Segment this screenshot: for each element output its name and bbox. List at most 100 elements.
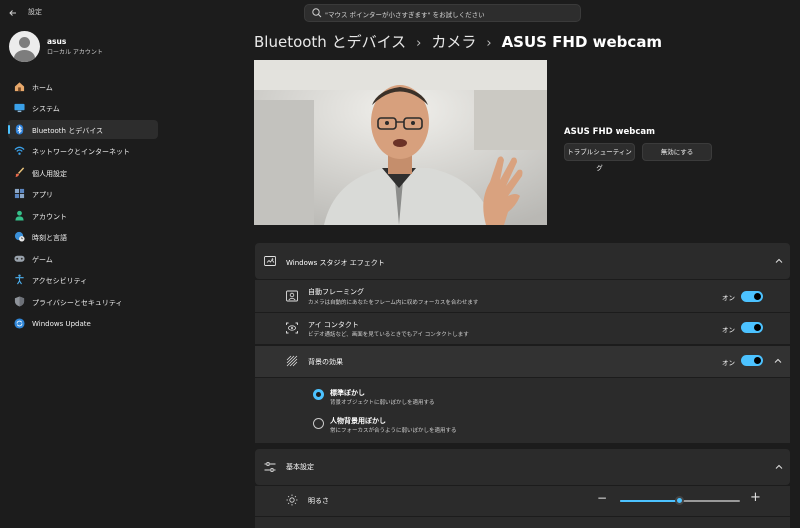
breadcrumb-bluetooth[interactable]: Bluetooth とデバイス: [254, 31, 406, 52]
auto-framing-row: 自動フレーミング カメラは自動的にあなたをフレーム内に収めフォーカスを合わせます…: [255, 280, 790, 312]
auto-framing-title: 自動フレーミング: [308, 288, 364, 296]
breadcrumb-camera[interactable]: カメラ: [431, 31, 476, 52]
profile-name: asus: [47, 37, 67, 46]
profile-account-type: ローカル アカウント: [47, 49, 103, 56]
monitor-icon: [14, 103, 25, 113]
globe-clock-icon: [14, 231, 25, 242]
sidebar-item-label: 個人用設定: [32, 170, 67, 178]
basic-settings-title: 基本設定: [286, 463, 314, 471]
background-effects-toggle[interactable]: [741, 355, 763, 366]
settings-window: 設定 "マウス ポインターが小さすぎます" をお試しください asus ローカル…: [0, 0, 800, 528]
update-icon: [14, 318, 25, 329]
title-bar: 設定 "マウス ポインターが小さすぎます" をお試しください: [0, 0, 800, 26]
sidebar-item-label: アプリ: [32, 191, 53, 199]
accessibility-icon: [15, 274, 24, 285]
home-icon: [14, 82, 25, 92]
search-icon: [312, 8, 322, 18]
sidebar-item-accounts[interactable]: アカウント: [8, 206, 158, 225]
gamepad-icon: [14, 255, 25, 262]
background-blur-icon: [286, 355, 298, 367]
back-arrow-icon: [9, 10, 16, 16]
eye-contact-title: アイ コンタクト: [308, 321, 359, 329]
standard-blur-title: 標準ぼかし: [330, 389, 365, 397]
brightness-label: 明るさ: [308, 497, 329, 505]
studio-effects-icon: [264, 256, 276, 266]
sidebar-item-label: アクセシビリティ: [32, 277, 88, 285]
breadcrumb-separator: ›: [416, 36, 422, 51]
sidebar-item-windows-update[interactable]: Windows Update: [8, 314, 158, 333]
studio-effects-header[interactable]: Windows スタジオ エフェクト: [255, 243, 790, 279]
sidebar-item-label: プライバシーとセキュリティ: [32, 299, 123, 307]
sidebar-item-label: アカウント: [32, 213, 67, 221]
brush-icon: [15, 167, 25, 178]
sidebar-item-label: 時刻と言語: [32, 234, 67, 242]
eye-contact-icon: [286, 322, 298, 334]
camera-preview-image: [254, 60, 547, 225]
chevron-up-icon[interactable]: [774, 462, 784, 472]
brightness-icon: [286, 494, 298, 506]
eye-contact-state: オン: [722, 326, 735, 334]
sidebar-item-label: ホーム: [32, 84, 53, 92]
chevron-up-icon[interactable]: [773, 356, 783, 366]
breadcrumb: Bluetooth とデバイス › カメラ › ASUS FHD webcam: [254, 31, 662, 52]
sidebar-item-gaming[interactable]: ゲーム: [8, 249, 158, 268]
portrait-blur-radio[interactable]: [313, 418, 324, 429]
wifi-icon: [14, 146, 25, 155]
sidebar-item-system[interactable]: システム: [8, 98, 158, 117]
auto-framing-toggle[interactable]: [741, 291, 763, 302]
sidebar-item-bluetooth[interactable]: Bluetooth とデバイス: [8, 120, 158, 139]
sliders-icon: [264, 462, 276, 472]
sidebar-item-label: Bluetooth とデバイス: [32, 127, 103, 135]
search-box[interactable]: "マウス ポインターが小さすぎます" をお試しください: [304, 4, 581, 22]
apps-icon: [14, 188, 25, 199]
brightness-row: 明るさ − +: [255, 486, 790, 516]
device-name: ASUS FHD webcam: [564, 127, 655, 137]
troubleshoot-button[interactable]: トラブルシューティング: [564, 143, 635, 172]
camera-preview: [254, 60, 547, 225]
avatar[interactable]: [9, 31, 40, 62]
eye-contact-row: アイ コンタクト ビデオ通話など、画面を見ているときでもアイ コンタクトします …: [255, 313, 790, 344]
search-placeholder: "マウス ポインターが小さすぎます" をお試しください: [325, 11, 485, 19]
sidebar-item-network[interactable]: ネットワークとインターネット: [8, 141, 158, 160]
eye-contact-toggle[interactable]: [741, 322, 763, 333]
app-title: 設定: [28, 8, 42, 16]
sidebar-item-home[interactable]: ホーム: [8, 77, 158, 96]
background-effects-row[interactable]: 背景の効果 オン: [255, 346, 790, 377]
shield-icon: [14, 296, 25, 307]
brightness-decrease-button[interactable]: −: [597, 491, 607, 505]
disable-button[interactable]: 無効にする: [642, 143, 712, 161]
sidebar-item-apps[interactable]: アプリ: [8, 184, 158, 203]
background-effects-options: 標準ぼかし 背景オブジェクトに弱いぼかしを適用する 人物背景用ぼかし 常にフォー…: [255, 378, 790, 443]
sidebar: asus ローカル アカウント ホーム システム Bluetooth とデバイス: [0, 26, 165, 528]
sidebar-item-personalization[interactable]: 個人用設定: [8, 163, 158, 182]
sidebar-item-time-language[interactable]: 時刻と言語: [8, 227, 158, 246]
brightness-slider-thumb[interactable]: [675, 496, 684, 505]
sidebar-item-label: ネットワークとインターネット: [32, 148, 130, 156]
sidebar-item-label: システム: [32, 105, 60, 113]
studio-effects-title: Windows スタジオ エフェクト: [286, 259, 385, 267]
auto-framing-description: カメラは自動的にあなたをフレーム内に収めフォーカスを合わせます: [308, 300, 479, 306]
sidebar-item-label: ゲーム: [32, 256, 53, 264]
chevron-up-icon[interactable]: [774, 256, 784, 266]
next-setting-row: [255, 517, 790, 528]
standard-blur-radio[interactable]: [313, 389, 324, 400]
page-title: ASUS FHD webcam: [501, 33, 663, 51]
bluetooth-icon: [15, 124, 24, 135]
portrait-blur-description: 常にフォーカスが合うように弱いぼかしを適用する: [330, 428, 457, 434]
sidebar-item-label: Windows Update: [32, 320, 91, 328]
sidebar-item-privacy[interactable]: プライバシーとセキュリティ: [8, 292, 158, 311]
breadcrumb-separator: ›: [486, 36, 492, 51]
background-effects-state: オン: [722, 359, 735, 367]
standard-blur-description: 背景オブジェクトに弱いぼかしを適用する: [330, 400, 435, 406]
brightness-increase-button[interactable]: +: [750, 490, 761, 505]
person-icon: [15, 210, 24, 221]
back-button[interactable]: [4, 4, 22, 22]
basic-settings-header[interactable]: 基本設定: [255, 449, 790, 485]
auto-framing-state: オン: [722, 294, 735, 302]
background-effects-title: 背景の効果: [308, 358, 343, 366]
brightness-slider-fill: [620, 500, 680, 502]
eye-contact-description: ビデオ通話など、画面を見ているときでもアイ コンタクトします: [308, 332, 469, 338]
portrait-blur-title: 人物背景用ぼかし: [330, 417, 386, 425]
framing-icon: [286, 290, 298, 302]
sidebar-item-accessibility[interactable]: アクセシビリティ: [8, 270, 158, 289]
